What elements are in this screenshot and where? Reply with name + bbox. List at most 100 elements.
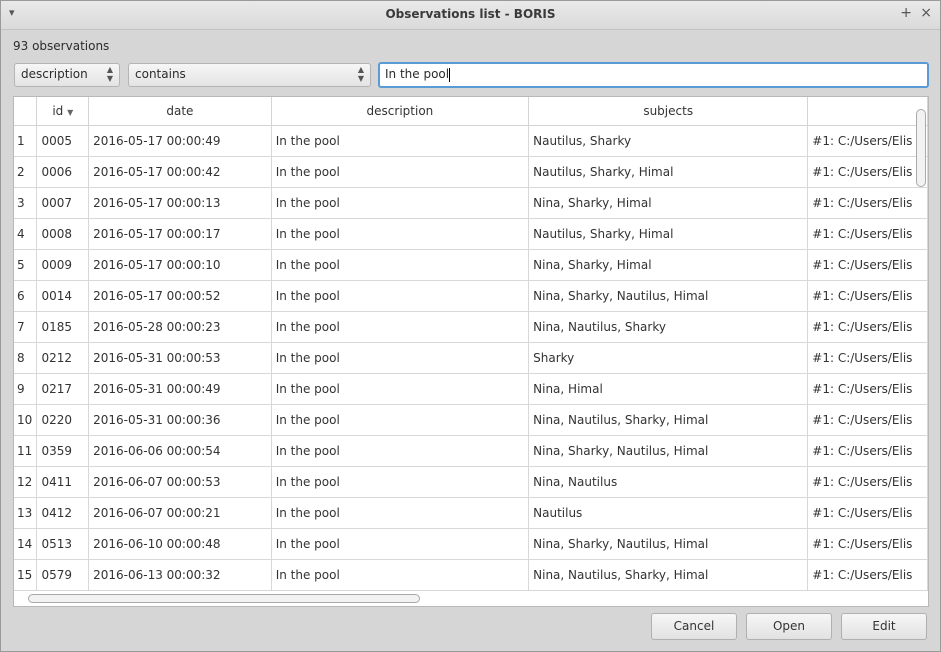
vertical-scrollbar[interactable]	[916, 99, 926, 580]
horizontal-scrollbar[interactable]	[16, 592, 912, 604]
cell-description: In the pool	[271, 311, 530, 343]
cell-subjects: Nautilus, Sharky	[528, 125, 809, 157]
cell-subjects: Nina, Nautilus, Sharky, Himal	[528, 404, 809, 436]
row-number: 10	[14, 404, 38, 436]
cell-date: 2016-05-31 00:00:49	[88, 373, 272, 405]
observations-window: ▾ Observations list - BORIS + × 93 obser…	[0, 0, 941, 652]
cell-subjects: Nina, Sharky, Nautilus, Himal	[528, 435, 809, 467]
table-row[interactable]: 10 0220 2016-05-31 00:00:36 In the pool Nina…	[14, 404, 928, 436]
filter-text-input[interactable]: In the pool	[378, 62, 929, 88]
table-row[interactable]: 6 0014 2016-05-17 00:00:52 In the pool Nina,…	[14, 280, 928, 312]
cell-media: #1: C:/Users/Elis	[807, 125, 928, 157]
cell-subjects: Nautilus, Sharky, Himal	[528, 218, 809, 250]
cell-subjects: Nautilus, Sharky, Himal	[528, 156, 809, 188]
cell-date: 2016-05-17 00:00:52	[88, 280, 272, 312]
row-number: 8	[14, 342, 38, 374]
table-header-row: id ▼ date description subjects	[14, 97, 928, 126]
table-row[interactable]: 5 0009 2016-05-17 00:00:10 In the pool Nina,…	[14, 249, 928, 281]
table-row[interactable]: 15 0579 2016-06-13 00:00:32 In the pool Nina…	[14, 559, 928, 591]
cell-description: In the pool	[271, 280, 530, 312]
row-number: 6	[14, 280, 38, 312]
table-row[interactable]: 7 0185 2016-05-28 00:00:23 In the pool Nina,…	[14, 311, 928, 343]
cell-id: 0005	[36, 125, 90, 157]
horizontal-scroll-thumb[interactable]	[28, 594, 420, 603]
cancel-button[interactable]: Cancel	[651, 613, 737, 640]
spin-arrows-icon: ▲ ▼	[106, 65, 113, 83]
cell-media: #1: C:/Users/Elis	[807, 218, 928, 250]
cell-subjects: Sharky	[528, 342, 809, 374]
cell-description: In the pool	[271, 218, 530, 250]
cell-date: 2016-05-17 00:00:49	[88, 125, 272, 157]
column-header-date[interactable]: date	[88, 97, 272, 126]
table-row[interactable]: 12 0411 2016-06-07 00:00:53 In the pool Nina…	[14, 466, 928, 498]
table-row[interactable]: 9 0217 2016-05-31 00:00:49 In the pool Nina,…	[14, 373, 928, 405]
table-row[interactable]: 8 0212 2016-05-31 00:00:53 In the pool Shark…	[14, 342, 928, 374]
table-row[interactable]: 14 0513 2016-06-10 00:00:48 In the pool Nina…	[14, 528, 928, 560]
maximize-icon[interactable]: +	[900, 5, 912, 21]
table-row[interactable]: 1 0005 2016-05-17 00:00:49 In the pool Nauti…	[14, 125, 928, 157]
text-caret	[449, 67, 451, 82]
cell-description: In the pool	[271, 497, 530, 529]
cell-description: In the pool	[271, 435, 530, 467]
title-bar: ▾ Observations list - BORIS + ×	[1, 1, 940, 30]
close-icon[interactable]: ×	[920, 5, 932, 21]
filter-operator-select[interactable]: contains ▲ ▼	[128, 63, 371, 87]
cell-id: 0412	[36, 497, 90, 529]
cell-media: #1: C:/Users/Elis	[807, 528, 928, 560]
cell-description: In the pool	[271, 156, 530, 188]
cell-date: 2016-05-17 00:00:17	[88, 218, 272, 250]
cell-date: 2016-05-28 00:00:23	[88, 311, 272, 343]
cell-description: In the pool	[271, 528, 530, 560]
cell-media: #1: C:/Users/Elis	[807, 497, 928, 529]
filter-field-select[interactable]: description ▲ ▼	[14, 63, 120, 87]
column-header-id[interactable]: id ▼	[36, 97, 90, 126]
column-header-media[interactable]	[807, 97, 928, 126]
row-number: 5	[14, 249, 38, 281]
observations-table[interactable]: id ▼ date description subjects 1 0005 2016…	[13, 96, 929, 607]
cell-subjects: Nina, Sharky, Himal	[528, 249, 809, 281]
cell-media: #1: C:/Users/Elis	[807, 311, 928, 343]
cell-date: 2016-06-10 00:00:48	[88, 528, 272, 560]
cell-description: In the pool	[271, 187, 530, 219]
table-row[interactable]: 3 0007 2016-05-17 00:00:13 In the pool Nina,…	[14, 187, 928, 219]
row-number: 9	[14, 373, 38, 405]
cell-media: #1: C:/Users/Elis	[807, 466, 928, 498]
edit-button[interactable]: Edit	[841, 613, 927, 640]
cell-id: 0014	[36, 280, 90, 312]
cell-description: In the pool	[271, 559, 530, 591]
filter-text-value: In the pool	[385, 67, 450, 81]
cell-description: In the pool	[271, 466, 530, 498]
cell-id: 0220	[36, 404, 90, 436]
cell-subjects: Nina, Nautilus, Sharky, Himal	[528, 559, 809, 591]
cell-description: In the pool	[271, 249, 530, 281]
column-header-description[interactable]: description	[271, 97, 530, 126]
table-row[interactable]: 2 0006 2016-05-17 00:00:42 In the pool Nauti…	[14, 156, 928, 188]
cell-date: 2016-05-17 00:00:13	[88, 187, 272, 219]
cell-id: 0008	[36, 218, 90, 250]
cell-id: 0185	[36, 311, 90, 343]
cell-subjects: Nina, Sharky, Nautilus, Himal	[528, 528, 809, 560]
table-row[interactable]: 4 0008 2016-05-17 00:00:17 In the pool Nauti…	[14, 218, 928, 250]
table-row[interactable]: 11 0359 2016-06-06 00:00:54 In the pool Nina…	[14, 435, 928, 467]
row-number-header	[14, 97, 38, 126]
cell-subjects: Nautilus	[528, 497, 809, 529]
cell-id: 0579	[36, 559, 90, 591]
cell-media: #1: C:/Users/Elis	[807, 373, 928, 405]
cell-subjects: Nina, Himal	[528, 373, 809, 405]
row-number: 1	[14, 125, 38, 157]
column-header-subjects[interactable]: subjects	[528, 97, 809, 126]
cell-date: 2016-05-31 00:00:53	[88, 342, 272, 374]
observations-grid: id ▼ date description subjects 1 0005 2016…	[14, 97, 928, 591]
cell-description: In the pool	[271, 342, 530, 374]
cell-date: 2016-06-07 00:00:21	[88, 497, 272, 529]
vertical-scroll-thumb[interactable]	[916, 109, 926, 187]
row-number: 12	[14, 466, 38, 498]
cell-media: #1: C:/Users/Elis	[807, 249, 928, 281]
cell-id: 0006	[36, 156, 90, 188]
cell-id: 0359	[36, 435, 90, 467]
open-button[interactable]: Open	[746, 613, 832, 640]
table-row[interactable]: 13 0412 2016-06-07 00:00:21 In the pool Naut…	[14, 497, 928, 529]
window-title: Observations list - BORIS	[385, 7, 556, 21]
cell-subjects: Nina, Nautilus	[528, 466, 809, 498]
cell-description: In the pool	[271, 373, 530, 405]
